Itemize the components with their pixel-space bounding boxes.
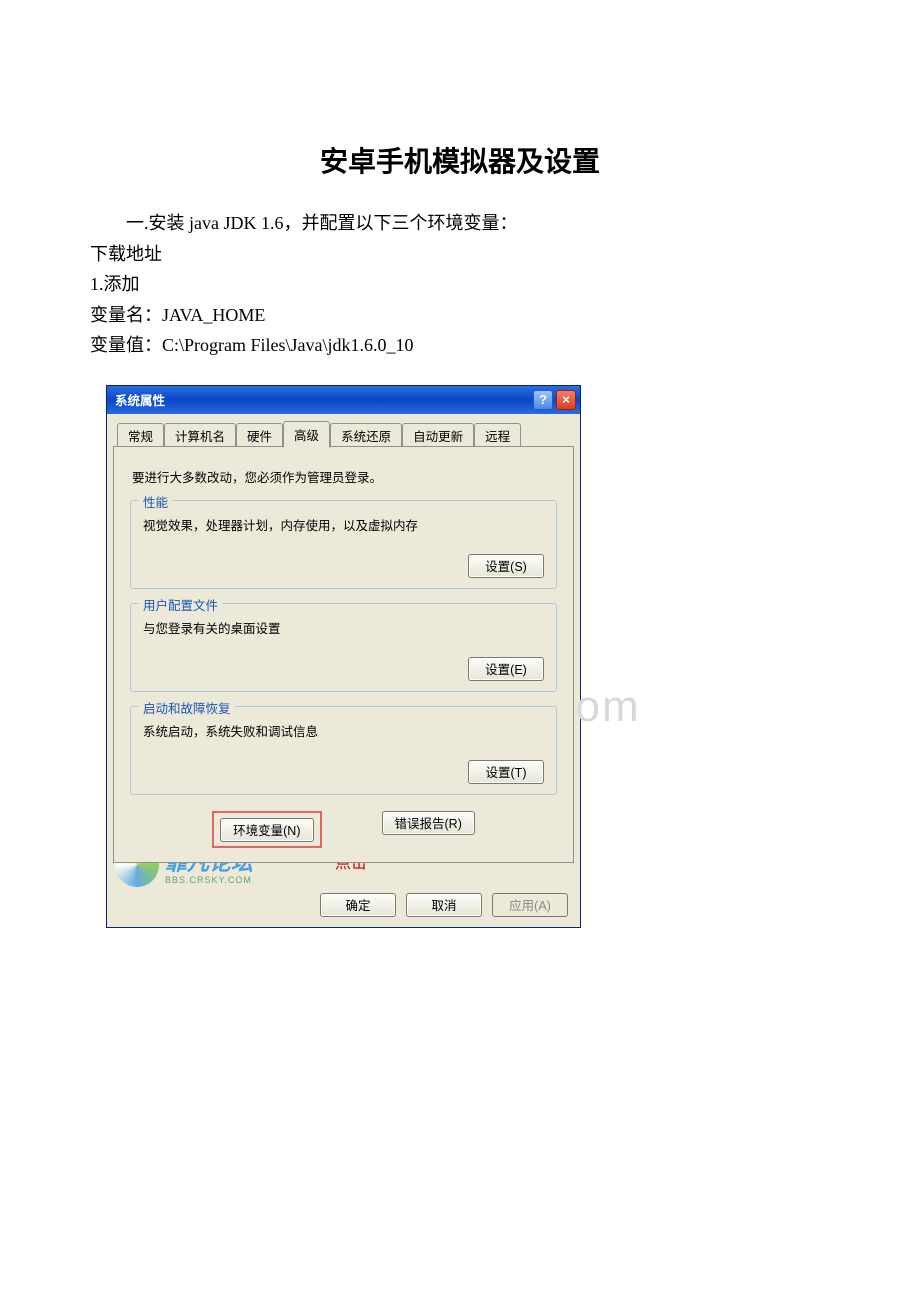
admin-note: 要进行大多数改动，您必须作为管理员登录。 [132, 467, 555, 486]
apply-button[interactable]: 应用(A) [492, 893, 568, 917]
user-profiles-settings-button[interactable]: 设置(E) [468, 657, 544, 681]
group-user-profiles-desc: 与您登录有关的桌面设置 [143, 618, 544, 637]
startup-recovery-settings-button[interactable]: 设置(T) [468, 760, 544, 784]
dialog-bottom-buttons: 确定 取消 应用(A) [113, 893, 574, 917]
group-user-profiles-legend: 用户配置文件 [139, 595, 222, 614]
dialog-client: www.bd .com 常规 计算机名 硬件 高级 系统还原 自动更新 远程 要… [107, 414, 580, 927]
env-vars-highlight: 环境变量(N) [212, 811, 321, 848]
help-button[interactable]: ? [533, 390, 553, 410]
group-startup-recovery-desc: 系统启动，系统失败和调试信息 [143, 721, 544, 740]
group-startup-recovery: 启动和故障恢复 系统启动，系统失败和调试信息 设置(T) [130, 706, 557, 795]
group-performance-desc: 视觉效果，处理器计划，内存使用，以及虚拟内存 [143, 515, 544, 534]
cancel-button[interactable]: 取消 [406, 893, 482, 917]
tab-panel-advanced: 要进行大多数改动，您必须作为管理员登录。 性能 视觉效果，处理器计划，内存使用，… [113, 446, 574, 863]
document-body: 一.安装 java JDK 1.6，并配置以下三个环境变量： 下载地址 1.添加… [90, 208, 830, 361]
group-startup-recovery-legend: 启动和故障恢复 [139, 698, 235, 717]
doc-line-4: 变量名：JAVA_HOME [90, 300, 830, 331]
performance-settings-button[interactable]: 设置(S) [468, 554, 544, 578]
close-button[interactable]: × [556, 390, 576, 410]
doc-line-5: 变量值：C:\Program Files\Java\jdk1.6.0_10 [90, 330, 830, 361]
doc-line-2: 下载地址 [90, 239, 830, 270]
error-reporting-button[interactable]: 错误报告(R) [382, 811, 475, 835]
dialog-titlebar: 系统属性 ? × [107, 386, 580, 414]
tab-strip: 常规 计算机名 硬件 高级 系统还原 自动更新 远程 [113, 420, 574, 447]
document-title: 安卓手机模拟器及设置 [90, 140, 830, 180]
doc-line-3: 1.添加 [90, 269, 830, 300]
mid-button-row: 环境变量(N) 错误报告(R) [130, 811, 557, 848]
system-properties-dialog: 系统属性 ? × www.bd .com 常规 计算机名 硬件 高级 系统还原 … [106, 385, 581, 928]
doc-line-1: 一.安装 java JDK 1.6，并配置以下三个环境变量： [90, 208, 830, 239]
group-user-profiles: 用户配置文件 与您登录有关的桌面设置 设置(E) [130, 603, 557, 692]
forum-sub: BBS.CRSKY.COM [165, 875, 253, 885]
group-performance: 性能 视觉效果，处理器计划，内存使用，以及虚拟内存 设置(S) [130, 500, 557, 589]
tab-advanced[interactable]: 高级 [283, 421, 330, 448]
group-performance-legend: 性能 [139, 492, 172, 511]
environment-variables-button[interactable]: 环境变量(N) [220, 818, 313, 842]
ok-button[interactable]: 确定 [320, 893, 396, 917]
dialog-title: 系统属性 [115, 390, 165, 409]
